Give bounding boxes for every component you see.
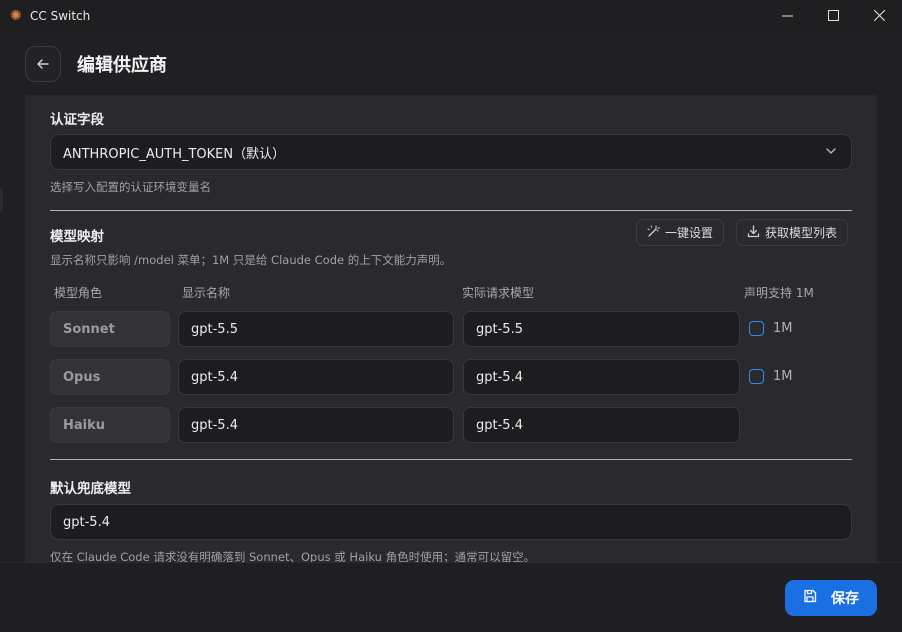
- minimize-icon[interactable]: [764, 0, 810, 31]
- section-divider: [50, 210, 852, 211]
- role-haiku: Haiku: [50, 407, 170, 443]
- actual-model-input[interactable]: gpt-5.4: [463, 407, 740, 443]
- page-title: 编辑供应商: [77, 55, 167, 76]
- window-title: CC Switch: [30, 8, 91, 23]
- auth-field-select[interactable]: ANTHROPIC_AUTH_TOKEN（默认）: [50, 134, 852, 170]
- edit-provider-panel: 认证字段 ANTHROPIC_AUTH_TOKEN（默认） 选择写入配置的认证环…: [25, 95, 877, 562]
- back-button[interactable]: [25, 46, 61, 82]
- magic-wand-icon: [647, 225, 661, 241]
- column-declare-1m: 声明支持 1M: [744, 286, 814, 300]
- fetch-models-label: 获取模型列表: [765, 226, 838, 240]
- title-bar: ✺ CC Switch: [0, 0, 902, 31]
- footer-bar: 保存: [0, 562, 902, 632]
- side-edge: [0, 188, 3, 212]
- column-actual-model: 实际请求模型: [462, 286, 535, 300]
- save-label: 保存: [831, 591, 859, 607]
- display-name-input[interactable]: gpt-5.4: [178, 407, 454, 443]
- save-button[interactable]: 保存: [785, 580, 877, 616]
- auth-field-value: ANTHROPIC_AUTH_TOKEN（默认）: [63, 146, 286, 162]
- declare-1m-checkbox[interactable]: 1M: [749, 321, 793, 336]
- page-header: 编辑供应商: [0, 31, 902, 95]
- display-name-input[interactable]: gpt-5.5: [178, 311, 454, 347]
- arrow-left-icon: [37, 59, 49, 69]
- fallback-model-hint: 仅在 Claude Code 请求没有明确落到 Sonnet、Opus 或 Ha…: [50, 550, 536, 562]
- column-role: 模型角色: [54, 286, 103, 300]
- checkbox-box[interactable]: [749, 321, 764, 336]
- display-name-input[interactable]: gpt-5.4: [178, 359, 454, 395]
- fallback-model-label: 默认兜底模型: [50, 481, 131, 497]
- actual-model-input[interactable]: gpt-5.5: [463, 311, 740, 347]
- checkbox-box[interactable]: [749, 369, 764, 384]
- auth-field-hint: 选择写入配置的认证环境变量名: [50, 180, 211, 194]
- column-display-name: 显示名称: [182, 286, 231, 300]
- download-icon: [747, 224, 760, 241]
- role-opus: Opus: [50, 359, 170, 395]
- close-icon[interactable]: [856, 0, 902, 31]
- checkbox-label: 1M: [773, 321, 793, 336]
- checkbox-label: 1M: [773, 369, 793, 384]
- chevron-down-icon: [825, 145, 837, 160]
- one-click-setup-button[interactable]: 一键设置: [636, 219, 725, 246]
- actual-model-input[interactable]: gpt-5.4: [463, 359, 740, 395]
- save-icon: [803, 589, 817, 607]
- auth-field-label: 认证字段: [50, 112, 104, 128]
- fallback-model-input[interactable]: gpt-5.4: [50, 504, 852, 540]
- fetch-models-button[interactable]: 获取模型列表: [736, 219, 849, 246]
- section-divider: [50, 459, 852, 460]
- sun-burst-icon: ✺: [10, 7, 22, 24]
- model-mapping-label: 模型映射: [50, 229, 104, 245]
- role-sonnet: Sonnet: [50, 311, 170, 347]
- model-mapping-hint: 显示名称只影响 /model 菜单；1M 只是给 Claude Code 的上下…: [50, 253, 452, 267]
- declare-1m-checkbox[interactable]: 1M: [749, 369, 793, 384]
- maximize-icon[interactable]: [810, 0, 856, 31]
- one-click-setup-label: 一键设置: [665, 226, 714, 240]
- window-controls: [764, 0, 902, 31]
